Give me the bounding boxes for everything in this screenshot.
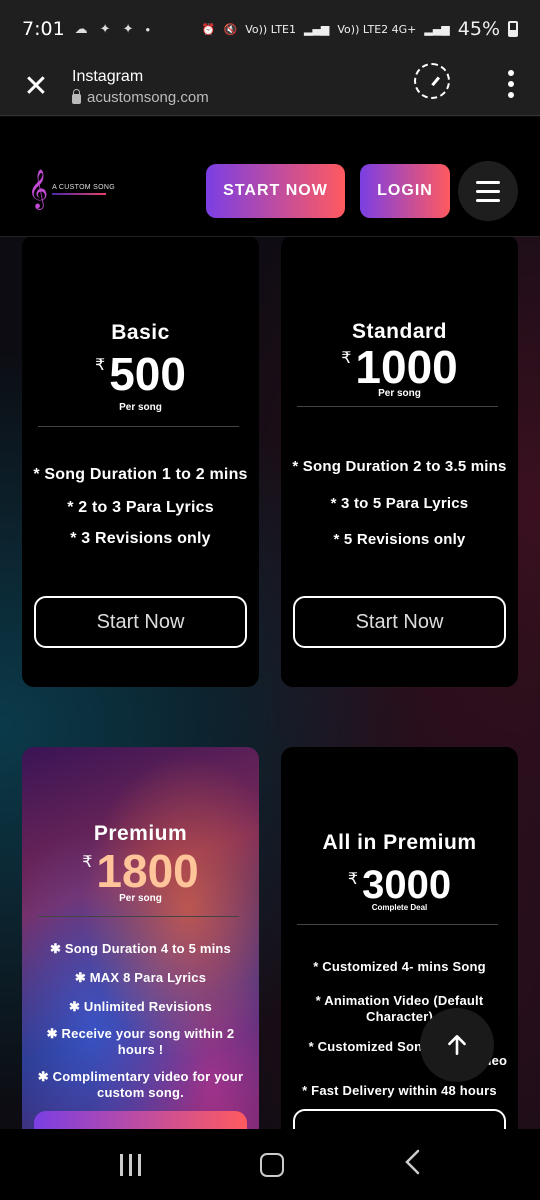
price-row: ₹ 500 bbox=[22, 351, 259, 397]
plan-per: Per song bbox=[119, 893, 162, 904]
system-nav-bar bbox=[0, 1129, 540, 1200]
status-left-icons: ☁ ✦ ✦ • bbox=[75, 21, 150, 37]
pricing-section: Basic ₹ 500 Per song * Song Duration 1 t… bbox=[0, 237, 540, 1129]
battery-icon bbox=[508, 21, 518, 37]
feature-list: ✱ Song Duration 4 to 5 mins ✱ MAX 8 Para… bbox=[22, 941, 259, 1101]
plan-card-basic: Basic ₹ 500 Per song * Song Duration 1 t… bbox=[22, 237, 259, 687]
network-1-label: Vo)) LTE1 bbox=[245, 22, 296, 36]
plan-card-premium: Premium ₹ 1800 Per song ✱ Song Duration … bbox=[22, 747, 259, 1129]
feature-item: * 3 Revisions only bbox=[70, 530, 211, 547]
battery-percent: 45% bbox=[457, 18, 500, 40]
alarm-icon: ⏰ bbox=[201, 22, 216, 36]
start-now-button[interactable]: START NOW bbox=[206, 164, 345, 218]
feature-item: ✱ Song Duration 4 to 5 mins bbox=[50, 941, 231, 956]
menu-icon[interactable] bbox=[458, 161, 518, 221]
home-icon[interactable] bbox=[259, 1152, 284, 1177]
browser-bar: ✕ Instagram acustomsong.com bbox=[0, 58, 540, 116]
status-time: 7:01 bbox=[22, 18, 65, 40]
page-title: Instagram bbox=[72, 67, 144, 85]
dot-icon: • bbox=[145, 21, 151, 37]
feature-item: ✱ MAX 8 Para Lyrics bbox=[74, 970, 207, 985]
feature-item: * 2 to 3 Para Lyrics bbox=[67, 499, 214, 516]
logo-text: A CUSTOM SONG bbox=[52, 183, 115, 191]
divider bbox=[38, 426, 239, 427]
cloud-icon: ☁ bbox=[74, 21, 88, 36]
plan-name: Premium bbox=[93, 822, 188, 845]
plan-price: 3000 bbox=[362, 863, 452, 907]
feature-item: * 3 to 5 Para Lyrics bbox=[330, 495, 469, 512]
feature-item: * Song Duration 1 to 2 mins bbox=[33, 466, 248, 483]
plan-name: All in Premium bbox=[322, 831, 477, 854]
divider bbox=[297, 924, 498, 925]
close-icon[interactable]: ✕ bbox=[0, 58, 72, 116]
feature-item: * 5 Revisions only bbox=[333, 531, 466, 548]
start-now-button[interactable] bbox=[34, 1111, 247, 1129]
timer-icon[interactable] bbox=[414, 63, 450, 99]
notification-icon: ✦ bbox=[122, 21, 134, 36]
price-row: ₹ 3000 bbox=[281, 865, 518, 905]
feature-list: * Song Duration 2 to 3.5 mins * 3 to 5 P… bbox=[281, 457, 518, 550]
recent-apps-icon[interactable] bbox=[119, 1153, 141, 1176]
plan-per: Per song bbox=[378, 388, 421, 399]
arrow-up-icon bbox=[448, 1035, 466, 1055]
rupee-symbol: ₹ bbox=[82, 852, 93, 871]
plan-per: Complete Deal bbox=[371, 903, 428, 912]
site-logo[interactable]: 𝄞 A CUSTOM SONG bbox=[28, 172, 115, 206]
network-2-label: Vo)) LTE2 4G+ bbox=[337, 22, 417, 36]
feature-list: * Song Duration 1 to 2 mins * 2 to 3 Par… bbox=[22, 465, 259, 549]
rupee-symbol: ₹ bbox=[347, 869, 359, 888]
login-button[interactable]: LOGIN bbox=[360, 164, 450, 218]
rupee-symbol: ₹ bbox=[341, 348, 352, 367]
site-header: 𝄞 A CUSTOM SONG START NOW LOGIN bbox=[0, 117, 540, 237]
feature-item: ✱ Receive your song within 2 hours ! bbox=[46, 1026, 235, 1057]
start-now-button[interactable] bbox=[293, 1109, 506, 1129]
signal-icon: ▂▄▆ bbox=[303, 22, 330, 36]
feature-item: * Customized 4- mins Song bbox=[313, 959, 486, 974]
url-block[interactable]: Instagram acustomsong.com bbox=[72, 68, 209, 106]
price-row: ₹ 1000 bbox=[281, 344, 518, 390]
divider bbox=[297, 406, 498, 407]
scroll-to-top-button[interactable] bbox=[420, 1008, 494, 1082]
mute-icon: 🔇 bbox=[223, 22, 238, 36]
plan-card-standard: Standard ₹ 1000 Per song * Song Duration… bbox=[281, 237, 518, 687]
start-now-button[interactable]: Start Now bbox=[34, 596, 247, 648]
status-bar: 7:01 ☁ ✦ ✦ • ⏰ 🔇 Vo)) LTE1 ▂▄▆ Vo)) LTE2… bbox=[0, 0, 540, 58]
url-text: acustomsong.com bbox=[87, 88, 209, 106]
status-right: ⏰ 🔇 Vo)) LTE1 ▂▄▆ Vo)) LTE2 4G+ ▂▄▆ 45% bbox=[202, 18, 518, 40]
plan-price: 1800 bbox=[96, 845, 199, 897]
logo-underline bbox=[52, 192, 107, 195]
plan-name: Basic bbox=[111, 321, 170, 344]
rupee-symbol: ₹ bbox=[95, 355, 106, 374]
feature-item: * Fast Delivery within 48 hours bbox=[302, 1083, 497, 1098]
notification-icon: ✦ bbox=[99, 21, 111, 36]
feature-item: ✱ Complimentary video for your custom so… bbox=[37, 1069, 244, 1100]
treble-clef-icon: 𝄞 bbox=[28, 169, 49, 209]
plan-per: Per song bbox=[119, 402, 162, 413]
more-options-icon[interactable] bbox=[508, 70, 514, 98]
lock-icon bbox=[72, 88, 81, 104]
plan-price: 1000 bbox=[355, 341, 458, 393]
back-icon[interactable] bbox=[403, 1149, 421, 1180]
plan-price: 500 bbox=[109, 348, 186, 400]
feature-item: ✱ Unlimited Revisions bbox=[69, 999, 212, 1014]
feature-item: * Song Duration 2 to 3.5 mins bbox=[292, 458, 507, 475]
signal-icon: ▂▄▆ bbox=[424, 22, 450, 36]
divider bbox=[38, 916, 239, 917]
start-now-button[interactable]: Start Now bbox=[293, 596, 506, 648]
price-row: ₹ 1800 bbox=[22, 848, 259, 894]
